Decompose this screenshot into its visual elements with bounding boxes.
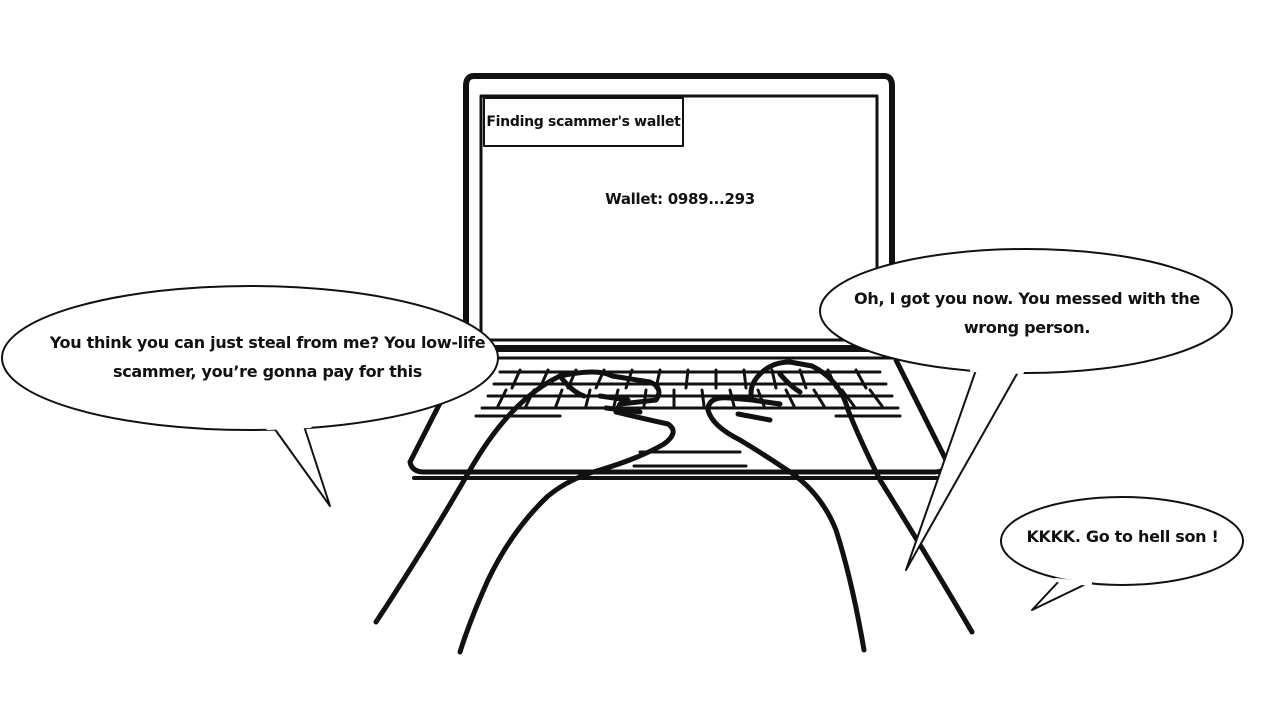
speech-bubble-right-text: Oh, I got you now. You messed with the w… — [854, 289, 1200, 337]
screen-title: Finding scammer's wallet — [486, 114, 681, 130]
comic-scene: Finding scammer's wallet Wallet: 0989...… — [0, 0, 1280, 720]
speech-bubble-small-text: KKKK. Go to hell son ! — [1026, 527, 1219, 546]
wallet-address-text: Wallet: 0989...293 — [605, 190, 755, 208]
speech-bubble-left-text: You think you can just steal from me? Yo… — [49, 333, 486, 381]
